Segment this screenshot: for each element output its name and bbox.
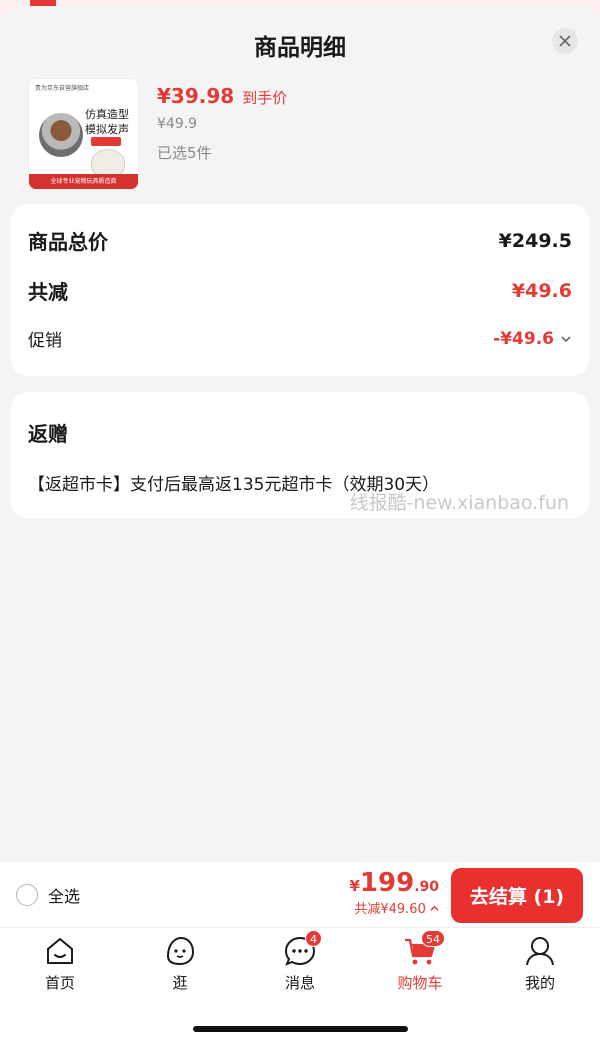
checkout-bar: 全选 ¥ 199 .90 共减¥49.60 去结算 (1) <box>0 861 600 927</box>
total-reduce[interactable]: 共减¥49.60 <box>349 898 439 917</box>
home-indicator <box>193 1026 408 1032</box>
profile-icon <box>523 934 557 968</box>
tab-browse[interactable]: 逛 <box>140 934 220 993</box>
product-image[interactable]: 贵为京东自营旗舰店 仿真造型 模拟发声 全球专业宠物玩具质造商 <box>28 78 139 190</box>
select-all-label: 全选 <box>48 887 81 906</box>
final-price: ¥39.98 到手价 <box>157 84 287 108</box>
reduce-value: ¥49.6 <box>511 279 572 302</box>
promo-value-text: -¥49.6 <box>493 328 554 349</box>
total-reduce-text: 共减¥49.60 <box>354 902 426 917</box>
gift-title: 返赠 <box>28 422 68 446</box>
total-value: ¥249.5 <box>498 229 572 252</box>
tab-profile-label: 我的 <box>524 974 555 992</box>
tab-profile[interactable]: 我的 <box>500 934 580 993</box>
watermark: 线报酷-new.xianbao.fun <box>349 492 569 514</box>
promo-row[interactable]: 促销 -¥49.6 <box>28 326 572 351</box>
product-image-store-text: 贵为京东自营旗舰店 <box>35 85 90 92</box>
home-icon <box>43 934 77 968</box>
product-image-footer: 全球专业宠物玩具质造商 <box>29 174 138 189</box>
select-all-radio[interactable] <box>16 884 38 906</box>
selected-count: 已选5件 <box>157 144 212 162</box>
chevron-up-icon <box>430 905 439 911</box>
tab-home-label: 首页 <box>44 974 75 992</box>
price-summary-card: 商品总价 ¥249.5 共减 ¥49.6 促销 -¥49.6 <box>11 204 589 376</box>
messages-badge: 4 <box>305 930 322 947</box>
total-label: 商品总价 <box>28 230 108 254</box>
original-price: ¥49.9 <box>157 116 198 132</box>
product-image-badge <box>91 137 121 146</box>
tab-messages-label: 消息 <box>284 974 315 992</box>
product-image-caption: 仿真造型 模拟发声 <box>85 108 129 136</box>
select-all[interactable]: 全选 <box>16 883 80 907</box>
sheet-title: 商品明细 <box>254 35 346 61</box>
reduce-row: 共减 ¥49.6 <box>28 276 572 305</box>
promo-value[interactable]: -¥49.6 <box>493 329 572 349</box>
total-amount[interactable]: ¥ 199 .90 共减¥49.60 <box>349 868 439 917</box>
cart-icon: 54 <box>403 930 445 968</box>
reduce-label: 共减 <box>28 280 68 304</box>
cart-badge: 54 <box>421 930 445 947</box>
final-price-tag: 到手价 <box>242 89 288 107</box>
product-summary: 贵为京东自营旗舰店 仿真造型 模拟发声 全球专业宠物玩具质造商 ¥39.98 到… <box>0 72 600 202</box>
tab-cart-label: 购物车 <box>397 974 443 992</box>
close-button[interactable] <box>552 28 578 54</box>
amount-decimal: .90 <box>414 879 439 895</box>
sheet-header: 商品明细 <box>0 6 600 72</box>
amount-integer: 199 <box>359 868 415 898</box>
total-amount-value: ¥ 199 .90 <box>349 868 439 898</box>
tab-browse-label: 逛 <box>172 974 188 992</box>
message-icon: 4 <box>283 930 322 968</box>
final-price-value: ¥39.98 <box>157 84 235 108</box>
product-detail-sheet: 商品明细 贵为京东自营旗舰店 仿真造型 模拟发声 全球专业宠物玩具质造商 ¥39… <box>0 6 600 861</box>
currency-symbol: ¥ <box>349 877 360 895</box>
tab-home[interactable]: 首页 <box>20 934 100 993</box>
promo-label: 促销 <box>28 331 62 351</box>
feather-toy-graphic <box>39 113 83 157</box>
cat-graphic <box>91 149 125 177</box>
close-icon <box>559 35 571 47</box>
total-row: 商品总价 ¥249.5 <box>28 226 572 255</box>
chevron-down-icon <box>561 335 571 342</box>
checkout-button[interactable]: 去结算 (1) <box>451 868 583 923</box>
tab-cart[interactable]: 54 购物车 <box>380 930 460 993</box>
browse-icon <box>163 934 197 968</box>
tab-messages[interactable]: 4 消息 <box>260 930 340 993</box>
